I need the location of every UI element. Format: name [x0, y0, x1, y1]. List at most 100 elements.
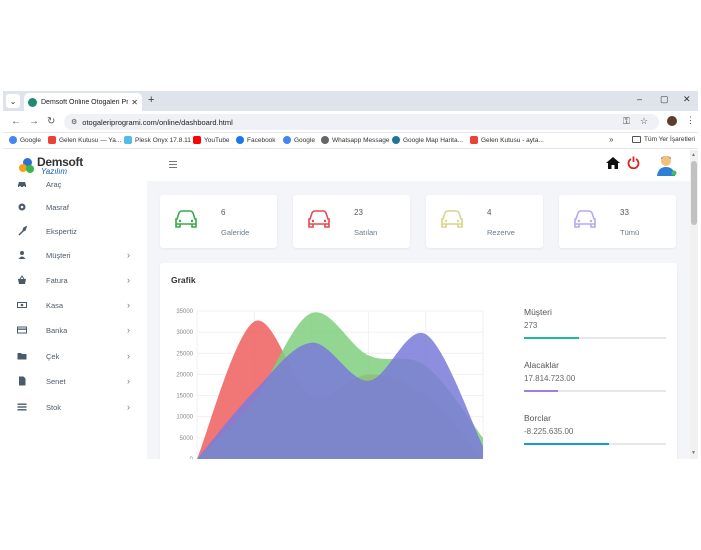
stat-card-satilan[interactable]: 23 Satılan: [293, 195, 410, 248]
youtube-icon: [193, 136, 201, 144]
sidebar-item-label: Ekspertiz: [46, 226, 77, 236]
car-icon: [308, 210, 330, 228]
sidebar-item-label: Çek: [46, 351, 60, 361]
sidebar-item-label: Müşteri: [46, 250, 71, 260]
minimize-button[interactable]: –: [637, 94, 642, 104]
bookmark-item[interactable]: Gelen Kutusu - ayta...: [470, 136, 544, 144]
globe-icon: [321, 136, 329, 144]
main-content: 6 Galeride 23 Satılan 4 Rezerve 33 Tümü …: [147, 181, 690, 459]
back-arrow-icon[interactable]: ←: [11, 116, 21, 127]
bookmark-item[interactable]: Google: [9, 136, 41, 144]
sidebar-item-senet[interactable]: Senet ›: [3, 371, 147, 391]
y-tick-label: 25000: [176, 351, 193, 357]
bookmark-item[interactable]: Google Map Harita...: [392, 136, 463, 144]
sidebar-item-fatura[interactable]: Fatura ›: [3, 270, 147, 290]
bookmarks-more-button[interactable]: »: [609, 135, 613, 144]
sidebar-item-label: Stok: [46, 402, 62, 412]
stat-value: 4: [487, 208, 492, 217]
password-key-icon[interactable]: ⚿: [623, 116, 630, 127]
close-window-button[interactable]: ✕: [683, 94, 691, 105]
menu-kebab-icon[interactable]: ⋮: [686, 115, 695, 126]
y-tick-label: 5000: [180, 436, 194, 442]
summary-borclar: Borclar -8.225.635.00: [524, 413, 666, 445]
bookmark-item[interactable]: Google: [283, 136, 315, 144]
restore-button[interactable]: ▢: [660, 94, 669, 105]
chevron-right-icon: ›: [127, 275, 130, 285]
url-bar[interactable]: ⚙ otogaleriprogrami.com/online/dashboard…: [64, 114, 659, 130]
bookmark-item[interactable]: Facebook: [236, 136, 276, 144]
scroll-up-icon[interactable]: ▲: [691, 152, 696, 158]
stat-card-galeride[interactable]: 6 Galeride: [160, 195, 277, 248]
stat-card-tumu[interactable]: 33 Tümü: [559, 195, 676, 248]
wordpress-icon: [392, 136, 400, 144]
sidebar: Araç Masraf Ekspertiz Müşteri › Fatura ›: [3, 180, 147, 459]
bookmark-item[interactable]: Gelen Kutusu — Ya...: [48, 136, 121, 144]
sidebar-item-arac[interactable]: Araç: [3, 174, 147, 194]
reload-icon[interactable]: ↻: [47, 116, 55, 127]
tab-close-icon[interactable]: ✕: [131, 98, 138, 107]
summary-value: 273: [524, 321, 538, 330]
bookmark-item[interactable]: Whatsapp Message: [321, 136, 389, 144]
gear-icon: [18, 203, 26, 211]
logo-balls-icon: [19, 158, 35, 174]
bookmark-item[interactable]: YouTube: [193, 136, 230, 144]
url-text: otogaleriprogrami.com/online/dashboard.h…: [82, 117, 233, 127]
sidebar-item-cek[interactable]: Çek ›: [3, 346, 147, 366]
site-info-icon[interactable]: ⚙: [71, 118, 77, 126]
profile-avatar-icon[interactable]: [667, 116, 677, 126]
user-icon: [18, 251, 26, 259]
google-icon: [9, 136, 17, 144]
stat-card-rezerve[interactable]: 4 Rezerve: [426, 195, 543, 248]
tab-search-button[interactable]: ⌄: [6, 94, 20, 108]
stat-value: 33: [620, 208, 629, 217]
chevron-right-icon: ›: [127, 250, 130, 260]
power-icon[interactable]: [627, 156, 640, 169]
bookmark-item[interactable]: Plesk Onyx 17.8.11: [124, 136, 191, 144]
new-tab-button[interactable]: +: [148, 94, 154, 106]
sidebar-item-label: Masraf: [46, 202, 69, 212]
sidebar-item-musteri[interactable]: Müşteri ›: [3, 245, 147, 265]
app-viewport: Demsoft Yazılım Araç Masraf Ekspertiz Mü…: [3, 150, 698, 459]
sidebar-item-stok[interactable]: Stok ›: [3, 397, 147, 417]
stat-label: Galeride: [221, 228, 250, 237]
sidebar-item-masraf[interactable]: Masraf: [3, 197, 147, 217]
browser-tab[interactable]: Demsoft Online Otogaleri Programı ✕: [24, 93, 142, 111]
facebook-icon: [236, 136, 244, 144]
bookmark-star-icon[interactable]: ☆: [640, 116, 648, 127]
forward-arrow-icon[interactable]: →: [29, 116, 39, 127]
y-tick-label: 35000: [176, 309, 193, 315]
y-tick-label: 10000: [176, 415, 193, 421]
y-tick-label: 0: [190, 457, 194, 459]
sidebar-item-ekspertiz[interactable]: Ekspertiz: [3, 221, 147, 241]
demsoft-logo[interactable]: Demsoft Yazılım: [19, 156, 83, 176]
hamburger-menu-icon[interactable]: [169, 161, 177, 170]
progress-fill: [524, 337, 580, 339]
progress-track: [524, 443, 666, 445]
page-scrollbar[interactable]: ▲ ▼: [690, 150, 698, 459]
car-icon: [441, 210, 463, 228]
scrollbar-thumb[interactable]: [691, 161, 697, 225]
summary-value: -8.225.635.00: [524, 427, 574, 436]
chevron-right-icon: ›: [127, 402, 130, 412]
basket-icon: [18, 275, 26, 284]
sidebar-item-banka[interactable]: Banka ›: [3, 320, 147, 340]
stat-value: 23: [354, 208, 363, 217]
stat-label: Tümü: [620, 228, 640, 237]
progress-track: [524, 390, 666, 392]
tab-title: Demsoft Online Otogaleri Programı: [41, 98, 129, 106]
sidebar-item-kasa[interactable]: Kasa ›: [3, 295, 147, 315]
summary-label: Müşteri: [524, 307, 552, 317]
folder-icon: [632, 136, 641, 143]
scroll-down-icon[interactable]: ▼: [691, 450, 696, 456]
user-avatar-icon[interactable]: [657, 154, 677, 176]
grafik-card: Grafik 35000 30000 25000 20000 15000 10000 500…: [160, 263, 677, 459]
money-icon: [17, 302, 27, 308]
card-icon: [17, 326, 27, 334]
summary-value: 17.814.723.00: [524, 374, 576, 383]
home-icon[interactable]: [606, 157, 620, 169]
all-bookmarks-button[interactable]: Tüm Yer İşaretleri: [632, 136, 695, 143]
chevron-right-icon: ›: [127, 351, 130, 361]
summary-musteri: Müşteri 273: [524, 307, 666, 339]
sidebar-item-label: Araç: [46, 179, 62, 189]
browser-window: ⌄ Demsoft Online Otogaleri Programı ✕ + …: [3, 91, 698, 459]
